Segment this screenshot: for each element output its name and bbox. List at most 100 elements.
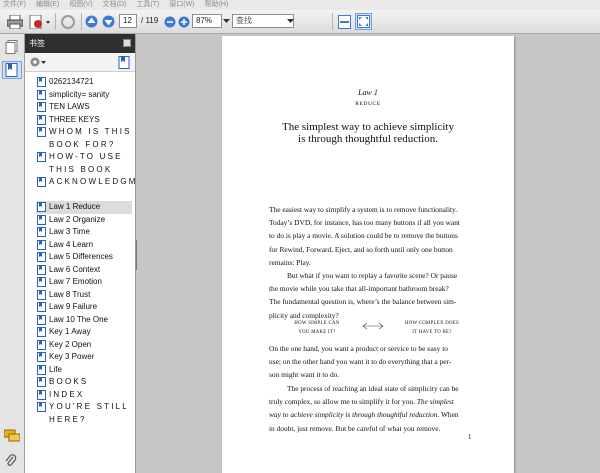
options-button[interactable] bbox=[29, 56, 47, 70]
text-line: truly complex, so allow me to simplify i… bbox=[269, 395, 475, 408]
bookmark-icon bbox=[37, 289, 46, 300]
text-line: use; on the other hand you want it to do… bbox=[269, 357, 452, 367]
toolbar-separator bbox=[332, 13, 333, 30]
menu-tools[interactable]: 工具(T) bbox=[136, 0, 159, 10]
toolbar: 12 / 119 87% 查找 bbox=[0, 10, 600, 34]
emphasis-text: The simplest bbox=[416, 397, 454, 407]
fit-width-button[interactable] bbox=[336, 13, 352, 30]
attachments-tab[interactable] bbox=[5, 454, 17, 470]
panel-toolbar bbox=[25, 53, 135, 72]
bookmark-icon bbox=[37, 389, 46, 400]
bookmark-label: WHOM IS THIS BOOK FOR? bbox=[49, 127, 132, 149]
full-screen-button[interactable] bbox=[355, 13, 372, 30]
bookmark-label: ACKNOWLEDGMENTS bbox=[49, 177, 168, 186]
bookmark-icon bbox=[37, 114, 46, 125]
diagram-right-label: HOW COMPLEX DOES IT HAVE TO BE? bbox=[387, 319, 477, 337]
chevron-down-icon bbox=[223, 19, 230, 23]
menu-help[interactable]: 帮助(H) bbox=[205, 0, 229, 10]
toolbar-separator bbox=[81, 13, 82, 30]
zoom-dropdown-button[interactable] bbox=[222, 13, 231, 30]
bookmark-item[interactable]: Law 1 Reduce bbox=[36, 201, 132, 214]
chevron-down-icon bbox=[286, 19, 294, 23]
bookmark-item[interactable]: simplicity= sanity bbox=[36, 89, 132, 102]
bookmark-item[interactable]: TEN LAWS bbox=[36, 101, 132, 114]
panel-resize-handle[interactable] bbox=[135, 240, 138, 270]
bookmark-item[interactable]: HOW-TO USE THIS BOOK bbox=[36, 151, 132, 176]
search-input[interactable]: 查找 bbox=[232, 14, 294, 28]
bookmark-label: simplicity= sanity bbox=[49, 89, 110, 99]
print-button[interactable] bbox=[6, 13, 24, 30]
label-line: HOW COMPLEX DOES bbox=[404, 321, 459, 326]
arrow-up-icon bbox=[85, 15, 98, 28]
bookmark-item[interactable]: ACKNOWLEDGMENTS bbox=[36, 176, 168, 201]
bookmark-item[interactable]: 0262134721 bbox=[36, 76, 132, 89]
bookmark-item[interactable]: Law 3 Time bbox=[36, 226, 132, 239]
text-line: way to achieve simplicity is through tho… bbox=[269, 408, 475, 421]
bookmark-icon bbox=[37, 152, 46, 162]
bookmark-item[interactable]: Law 5 Differences bbox=[36, 251, 132, 264]
search-dropdown-button[interactable] bbox=[286, 13, 294, 30]
collaborate-button[interactable] bbox=[59, 13, 77, 30]
bookmark-item[interactable]: YOU'RE STILL HERE? bbox=[36, 401, 132, 426]
text-line: Today’s DVD, for instance, has too many … bbox=[269, 218, 460, 228]
bookmark-item[interactable]: BOOKS bbox=[36, 376, 132, 389]
bookmark-icon bbox=[37, 252, 46, 262]
bookmark-icon bbox=[37, 364, 46, 375]
collapse-panel-button[interactable] bbox=[123, 39, 131, 52]
bookmark-item[interactable]: Law 9 Failure bbox=[36, 301, 132, 314]
pages-tab[interactable] bbox=[5, 40, 19, 56]
menu-view[interactable]: 视图(V) bbox=[69, 0, 92, 10]
comments-tab[interactable] bbox=[3, 429, 21, 445]
previous-page-button[interactable] bbox=[84, 13, 99, 30]
bookmark-item[interactable]: Law 7 Emotion bbox=[36, 276, 132, 289]
bookmark-icon bbox=[5, 63, 18, 77]
text-line: in doubt, just remove. But be careful of… bbox=[269, 423, 441, 433]
zoom-level-select[interactable]: 87% bbox=[192, 14, 222, 28]
bookmark-label: Law 1 Reduce bbox=[49, 202, 101, 211]
bookmark-item[interactable]: Law 6 Context bbox=[36, 264, 132, 277]
bookmark-item[interactable]: INDEX bbox=[36, 389, 132, 402]
bookmark-item[interactable]: Key 2 Open bbox=[36, 339, 132, 352]
bookmark-label: 0262134721 bbox=[49, 77, 94, 86]
bookmark-item[interactable]: WHOM IS THIS BOOK FOR? bbox=[36, 126, 132, 151]
new-bookmark-button[interactable] bbox=[117, 56, 131, 71]
zoom-out-button[interactable] bbox=[163, 13, 176, 30]
bookmarks-tab[interactable] bbox=[2, 61, 22, 79]
bookmark-icon bbox=[37, 339, 46, 350]
page-number-input[interactable]: 12 bbox=[119, 14, 137, 28]
bookmark-item[interactable]: Law 10 The One bbox=[36, 314, 132, 327]
bookmark-label: Law 6 Context bbox=[49, 264, 101, 274]
bookmark-item[interactable]: Law 2 Organize bbox=[36, 214, 132, 227]
globe-icon bbox=[61, 14, 75, 29]
bookmark-item[interactable]: Key 3 Power bbox=[36, 351, 132, 364]
comment-icon bbox=[3, 429, 21, 442]
bookmark-item[interactable]: Law 4 Learn bbox=[36, 239, 132, 252]
bookmark-item[interactable]: Law 8 Trust bbox=[36, 289, 132, 302]
bookmark-item[interactable]: THREE KEYS bbox=[36, 114, 132, 127]
menu-file[interactable]: 文件(F) bbox=[3, 0, 26, 10]
zoom-in-button[interactable] bbox=[177, 13, 190, 30]
menu-document[interactable]: 文档(D) bbox=[103, 0, 127, 10]
next-page-button[interactable] bbox=[101, 13, 116, 30]
label-line: HOW SIMPLE CAN bbox=[294, 321, 340, 326]
text-line: The process of reaching an ideal state o… bbox=[287, 384, 459, 393]
bookmark-icon bbox=[37, 214, 46, 225]
text-line: son might want it to do. bbox=[269, 370, 340, 380]
bookmark-icon bbox=[37, 227, 46, 237]
emphasis-text: way to achieve simplicity is through tho… bbox=[269, 410, 440, 420]
create-pdf-button[interactable] bbox=[28, 13, 52, 30]
menu-window[interactable]: 窗口(W) bbox=[169, 0, 194, 10]
bookmark-label: Key 3 Power bbox=[49, 352, 95, 361]
bookmarks-panel: 书签 0262134721 simplicity= sanity TEN LAWS T… bbox=[25, 34, 168, 473]
bookmark-label: Law 8 Trust bbox=[49, 289, 91, 299]
text-line: remains: Play. bbox=[269, 257, 311, 267]
panel-header: 书签 bbox=[25, 34, 135, 53]
menu-edit[interactable]: 编辑(E) bbox=[36, 0, 59, 10]
page-total: / 119 bbox=[141, 16, 159, 25]
bookmark-item[interactable]: Life bbox=[36, 364, 132, 377]
text-line: to do is play a movie. A solution could … bbox=[269, 231, 458, 241]
panel-title: 书签 bbox=[29, 39, 45, 48]
pdf-document-icon bbox=[29, 14, 50, 29]
bookmark-item[interactable]: Key 1 Away bbox=[36, 326, 132, 339]
menu-bar: 文件(F) 编辑(E) 视图(V) 文档(D) 工具(T) 窗口(W) 帮助(H… bbox=[0, 0, 600, 10]
